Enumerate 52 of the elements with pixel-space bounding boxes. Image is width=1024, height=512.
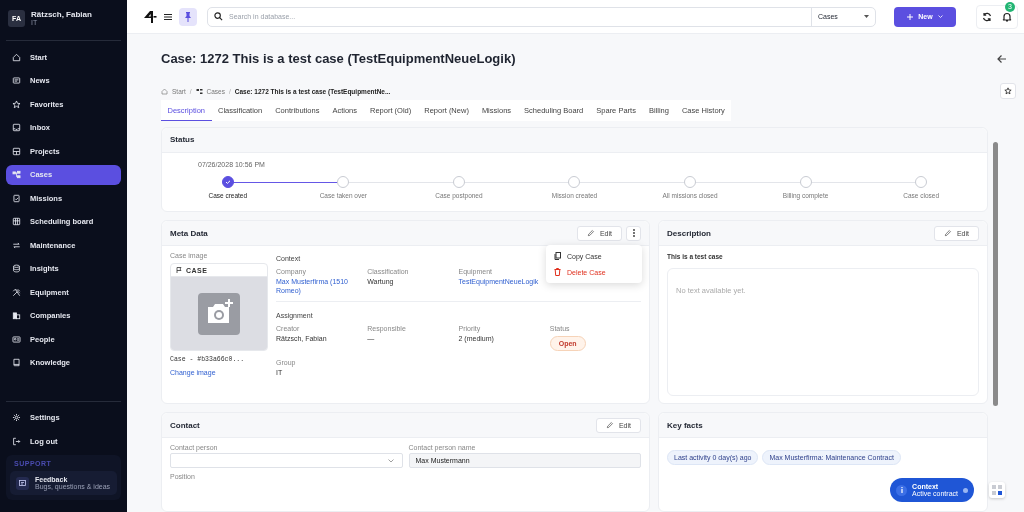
camera-icon xyxy=(198,292,240,335)
flag-icon xyxy=(176,267,182,273)
card-title: Meta Data xyxy=(170,228,208,238)
feedback-icon xyxy=(16,476,29,490)
inbox-icon xyxy=(12,123,21,132)
pencil-icon xyxy=(605,421,614,429)
tools-icon xyxy=(12,287,21,297)
logout-icon xyxy=(12,436,21,446)
layout-icon xyxy=(12,146,21,156)
database-icon xyxy=(12,264,21,273)
user-name: Rätzsch, Fabian xyxy=(31,10,92,19)
bell-icon[interactable] xyxy=(1002,11,1012,22)
newspaper-icon xyxy=(12,76,21,85)
scrollbar[interactable] xyxy=(993,142,998,406)
pin-icon xyxy=(184,11,192,22)
card-title: Status xyxy=(170,135,195,145)
card-title: Description xyxy=(667,228,711,238)
more-button[interactable] xyxy=(626,225,641,241)
refresh-icon[interactable] xyxy=(982,11,992,22)
building-icon xyxy=(12,311,21,320)
home-icon xyxy=(12,52,21,62)
pin-button[interactable] xyxy=(179,7,197,26)
favorite-button[interactable] xyxy=(1000,83,1016,100)
hierarchy-icon xyxy=(12,170,21,179)
kebab-icon xyxy=(632,229,635,237)
pencil-icon xyxy=(586,229,595,237)
book-icon xyxy=(12,358,21,367)
grid-icon xyxy=(12,217,21,226)
home-icon xyxy=(161,87,168,95)
pencil-icon xyxy=(943,229,952,237)
plus-icon xyxy=(907,13,914,20)
chevron-down-icon xyxy=(937,15,943,18)
star-icon xyxy=(1004,87,1012,96)
back-arrow-icon[interactable] xyxy=(996,52,1008,65)
copy-icon xyxy=(554,252,561,260)
menu-icon[interactable] xyxy=(163,11,173,22)
chevron-down-icon xyxy=(387,458,394,463)
arrows-icon xyxy=(12,240,21,250)
search-icon xyxy=(214,12,223,21)
page-title: Case: 1272 This is a test case (TestEquipmentNeueLogik) xyxy=(161,51,516,67)
card-title: Contact xyxy=(170,420,200,430)
apps-button[interactable] xyxy=(989,482,1005,498)
id-card-icon xyxy=(12,334,21,344)
settings-icon xyxy=(12,413,21,422)
card-title: Key facts xyxy=(667,420,703,430)
caret-icon xyxy=(864,15,869,18)
hierarchy-icon xyxy=(195,87,203,95)
info-icon xyxy=(896,484,908,496)
star-icon xyxy=(12,99,21,109)
clipboard-check-icon xyxy=(12,193,21,203)
logo-icon[interactable] xyxy=(143,9,157,24)
trash-icon xyxy=(554,268,561,276)
